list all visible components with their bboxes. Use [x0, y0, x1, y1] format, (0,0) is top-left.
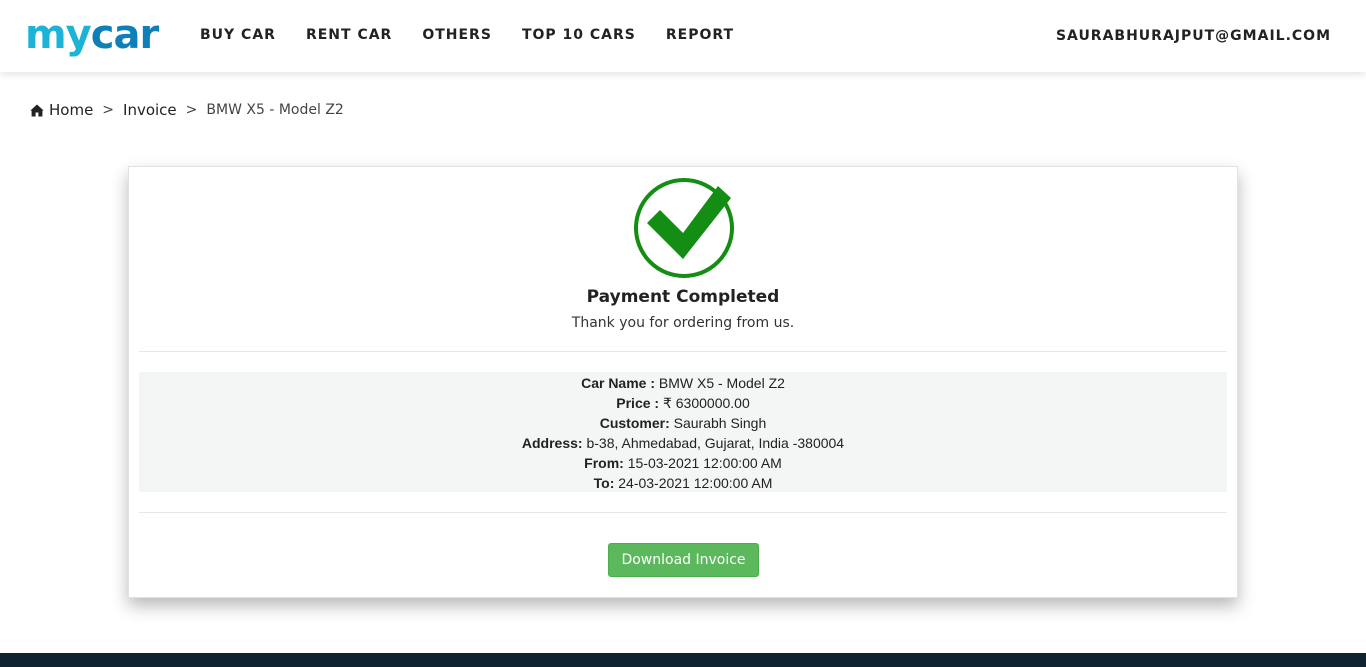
detail-value: b-38, Ahmedabad, Gujarat, India -380004 [582, 435, 845, 451]
detail-value: Saurabh Singh [669, 415, 767, 431]
payment-status-subtitle: Thank you for ordering from us. [571, 315, 795, 331]
main-nav: BUY CAR RENT CAR OTHERS TOP 10 CARS REPO… [200, 26, 764, 44]
home-icon [30, 104, 44, 116]
detail-label: Car Name : [581, 375, 655, 391]
payment-status-title: Payment Completed [586, 287, 780, 307]
breadcrumb-invoice-link[interactable]: Invoice [123, 101, 177, 119]
detail-price: Price : ₹ 6300000.00 [139, 393, 1227, 413]
nav-rent-car[interactable]: RENT CAR [306, 26, 392, 44]
detail-label: From: [584, 455, 624, 471]
top-navbar: mycar BUY CAR RENT CAR OTHERS TOP 10 CAR… [0, 0, 1366, 72]
divider [139, 512, 1227, 513]
detail-label: Address: [521, 435, 583, 451]
detail-label: Customer: [599, 415, 670, 431]
nav-top-10-cars[interactable]: TOP 10 CARS [522, 26, 636, 44]
divider [139, 351, 1227, 352]
nav-buy-car[interactable]: BUY CAR [200, 26, 276, 44]
detail-label: Price : [616, 395, 660, 411]
breadcrumb-home-link[interactable]: Home [49, 101, 93, 119]
breadcrumb-current: BMW X5 - Model Z2 [206, 102, 344, 118]
nav-others[interactable]: OTHERS [422, 26, 492, 44]
breadcrumb-separator: > [185, 102, 198, 118]
detail-to: To: 24-03-2021 12:00:00 AM [139, 473, 1227, 493]
logo-text-my: my [25, 12, 92, 58]
download-invoice-button[interactable]: Download Invoice [608, 543, 759, 577]
detail-value: BMW X5 - Model Z2 [655, 375, 785, 391]
breadcrumb-separator: > [102, 102, 115, 118]
detail-value: 24-03-2021 12:00:00 AM [614, 475, 773, 491]
nav-report[interactable]: REPORT [666, 26, 734, 44]
detail-address: Address: b-38, Ahmedabad, Gujarat, India… [139, 433, 1227, 453]
detail-customer: Customer: Saurabh Singh [139, 413, 1227, 433]
detail-label: To: [593, 475, 615, 491]
mycar-logo[interactable]: mycar [25, 12, 159, 58]
detail-from: From: 15-03-2021 12:00:00 AM [139, 453, 1227, 473]
invoice-card: Payment Completed Thank you for ordering… [128, 166, 1238, 598]
check-circle-icon [634, 178, 734, 278]
footer-bar [0, 653, 1366, 667]
user-email-menu[interactable]: SAURABHURAJPUT@GMAIL.COM [1056, 27, 1331, 45]
breadcrumb: Home > Invoice > BMW X5 - Model Z2 [30, 101, 344, 119]
detail-car-name: Car Name : BMW X5 - Model Z2 [139, 373, 1227, 393]
order-details: Car Name : BMW X5 - Model Z2 Price : ₹ 6… [139, 372, 1227, 492]
logo-text-car: car [90, 12, 159, 58]
detail-value: 15-03-2021 12:00:00 AM [623, 455, 782, 471]
detail-value: ₹ 6300000.00 [659, 395, 750, 411]
